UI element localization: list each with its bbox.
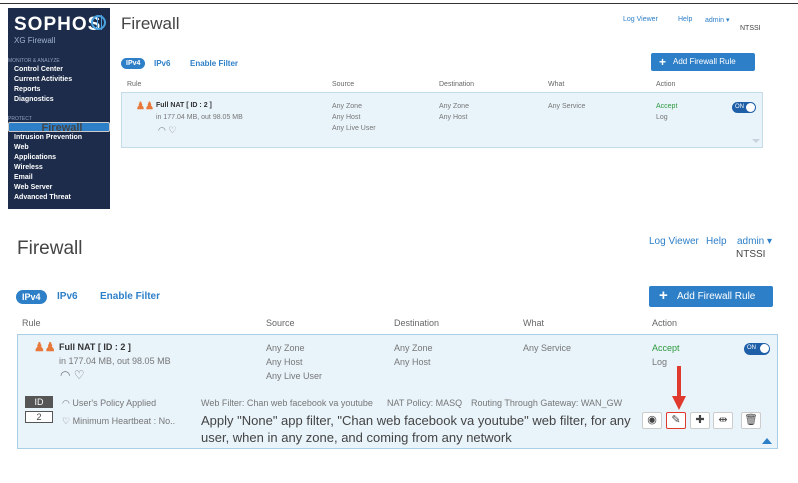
page-title-zoomed: Firewall [17,238,83,259]
column-header-what: What [548,81,565,88]
users-policy-status: ◠ User's Policy Applied [62,398,157,408]
rule-name[interactable]: Full NAT [ ID : 2 ] [156,102,212,109]
sidebar: SOPHOS XG Firewall MONITOR & ANALYZE Con… [8,8,110,209]
top-screenshot: SOPHOS XG Firewall MONITOR & ANALYZE Con… [8,8,784,209]
sidebar-item-web[interactable]: Web [14,144,29,151]
rule-toggle[interactable]: ON [732,102,756,113]
org-name-zoomed: NTSSI [736,249,766,260]
sophos-logo: SOPHOS [14,14,102,35]
tab-ipv4-zoomed[interactable]: IPv4 [16,290,47,304]
action-log-zoomed: Log [652,357,668,367]
arrow-annotation-icon [672,366,686,410]
tab-ipv4[interactable]: IPv4 [121,58,146,69]
plus-icon: + [659,55,667,69]
admin-menu-zoomed[interactable]: admin ▾ [737,236,772,247]
routing-info: Routing Through Gateway: WAN_GW [471,398,623,408]
source-zone-zoomed: Any Zone [266,343,305,353]
move-icon[interactable]: ⇹ [713,412,733,429]
sidebar-item-email[interactable]: Email [14,174,33,181]
sidebar-item-advanced-threat[interactable]: Advanced Threat [14,194,71,201]
tab-ipv6-zoomed[interactable]: IPv6 [57,291,78,302]
column-header-source-zoomed: Source [266,318,295,328]
log-viewer-link[interactable]: Log Viewer [623,16,658,23]
view-icon[interactable]: ◉ [642,412,662,429]
sidebar-item-applications[interactable]: Applications [14,154,56,161]
what-service-zoomed: Any Service [523,343,572,353]
nat-policy-info: NAT Policy: MASQ [387,398,463,408]
plus-icon: + [659,287,668,304]
destination-host-zoomed: Any Host [394,357,431,367]
nat-icon: ♟♟ [136,101,154,112]
admin-menu[interactable]: admin ▾ [705,16,730,24]
column-header-action-zoomed: Action [652,318,678,328]
id-value: 2 [25,411,53,423]
action-log: Log [656,114,668,121]
column-header-rule: Rule [127,81,142,88]
column-header-rule-zoomed: Rule [22,318,41,328]
enable-filter-link[interactable]: Enable Filter [190,59,238,68]
sidebar-item-diagnostics[interactable]: Diagnostics [14,96,54,103]
destination-zone-zoomed: Any Zone [394,343,433,353]
sidebar-item-wireless[interactable]: Wireless [14,164,43,171]
heartbeat-status: ♡ Minimum Heartbeat : No.. [62,416,176,426]
heart-icon: ♡ [62,416,73,426]
add-icon[interactable]: ✚ [690,412,710,429]
add-firewall-rule-button[interactable]: + Add Firewall Rule [651,53,755,71]
what-service: Any Service [548,103,586,110]
top-divider [0,3,798,4]
heartbeat-icon: ◠ ♡ [158,125,177,135]
page-title: Firewall [121,14,180,33]
column-header-source: Source [332,81,355,88]
source-user-zoomed: Any Live User [266,371,323,381]
traffic-stats: in 177.04 MB, out 98.05 MB [156,114,243,121]
rule-name-zoomed[interactable]: Full NAT [ ID : 2 ] [59,342,131,352]
source-user: Any Live User [332,125,376,132]
enable-filter-link-zoomed[interactable]: Enable Filter [100,291,160,302]
action-accept-zoomed: Accept [652,343,680,353]
add-firewall-rule-button-zoomed[interactable]: + Add Firewall Rule [649,286,773,307]
traffic-stats-zoomed: in 177.04 MB, out 98.05 MB [59,356,171,366]
logo-subtitle: XG Firewall [14,36,56,45]
sidebar-item-web-server[interactable]: Web Server [14,184,52,191]
column-header-destination: Destination [439,81,475,88]
section-monitor: MONITOR & ANALYZE [8,58,60,64]
edit-icon[interactable]: ✎ [666,412,686,429]
help-link[interactable]: Help [678,16,692,23]
sidebar-item-intrusion-prevention[interactable]: Intrusion Prevention [14,134,82,141]
rule-toggle-zoomed[interactable]: ON [744,343,770,355]
web-filter-info: Web Filter: Chan web facebook va youtube [201,398,373,408]
delete-icon[interactable]: 🗑 [741,412,761,429]
sidebar-item-firewall[interactable]: Firewall [8,122,110,134]
column-header-destination-zoomed: Destination [394,318,440,328]
source-zone: Any Zone [332,103,362,110]
org-name: NTSSI [740,25,761,32]
column-header-action: Action [656,81,676,88]
column-header-what-zoomed: What [523,318,545,328]
id-label: ID [25,396,53,408]
source-host: Any Host [332,114,361,121]
help-link-zoomed[interactable]: Help [706,236,727,247]
heartbeat-icon: ◠ [62,398,73,408]
globe-icon [91,15,106,30]
log-viewer-link-zoomed[interactable]: Log Viewer [649,236,699,247]
destination-zone: Any Zone [439,103,469,110]
tab-ipv6[interactable]: IPv6 [154,59,170,68]
sidebar-item-reports[interactable]: Reports [14,86,40,93]
nat-icon: ♟♟ [34,340,56,354]
destination-host: Any Host [439,114,468,121]
action-accept: Accept [656,103,678,110]
heartbeat-icon: ◠ ♡ [60,368,85,382]
collapse-icon[interactable] [762,438,772,444]
chevron-down-icon[interactable] [752,139,760,143]
source-host-zoomed: Any Host [266,357,303,367]
sidebar-item-control-center[interactable]: Control Center [14,66,63,73]
sidebar-item-current-activities[interactable]: Current Activities [14,76,72,83]
rule-description: Apply "None" app filter, "Chan web faceb… [201,413,631,445]
